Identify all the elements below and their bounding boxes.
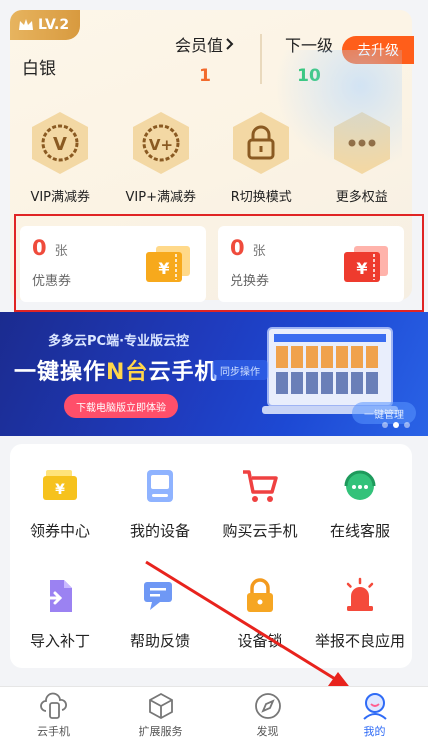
service-label: 导入补丁 — [29, 632, 90, 650]
banner-headline-part1: 一键操作 — [14, 360, 107, 385]
service-buy-phone[interactable]: 购买云手机 — [210, 466, 310, 541]
service-device-lock[interactable]: 设备锁 — [210, 576, 310, 651]
coupon-ticket-icon: ¥ — [146, 246, 190, 282]
banner-headline: 一键操作N台云手机 — [14, 354, 217, 386]
benefit-label: 更多权益 — [335, 190, 388, 205]
benefit-vip-coupon[interactable]: V VIP满减券 — [10, 110, 111, 205]
exchange-coupon-card[interactable]: 0 张 兑换券 ¥ — [218, 226, 404, 302]
svg-text:¥: ¥ — [158, 259, 169, 278]
banner-subtitle: 多多云PC端·专业版云控 — [48, 334, 190, 349]
service-label: 举报不良应用 — [314, 632, 405, 650]
svg-text:¥: ¥ — [55, 482, 65, 498]
profile-icon — [362, 693, 387, 720]
service-label: 设备锁 — [237, 632, 283, 650]
extension-cube-icon — [148, 692, 173, 720]
service-label: 领券中心 — [29, 522, 90, 540]
service-label: 购买云手机 — [222, 522, 298, 540]
member-value-label-text: 会员值 — [174, 36, 223, 55]
member-value-number: 1 — [199, 66, 211, 86]
benefit-label: VIP满减券 — [30, 190, 91, 205]
next-level-stat: 下一级 10 — [274, 32, 344, 86]
level-badge: LV.2 — [10, 10, 80, 40]
banner-chip-manage: 一键管理 — [352, 402, 416, 424]
stat-divider — [260, 34, 262, 84]
device-lock-icon — [247, 578, 273, 612]
svg-text:V: V — [53, 134, 67, 155]
svg-text:¥: ¥ — [356, 259, 367, 278]
next-level-number: 10 — [297, 66, 321, 86]
service-online-support[interactable]: 在线客服 — [310, 466, 410, 541]
coupon-unit: 张 — [54, 244, 68, 259]
banner-dot[interactable] — [382, 422, 388, 428]
benefit-label: R切换模式 — [230, 190, 292, 205]
benefit-switch-mode[interactable]: R切换模式 — [211, 110, 312, 205]
vip-plus-coupon-icon: V+ — [132, 112, 189, 174]
exchange-label: 兑换券 — [230, 274, 270, 289]
upgrade-button[interactable]: 去升级 — [342, 36, 414, 64]
vip-coupon-icon: V — [32, 112, 89, 174]
my-device-icon — [147, 470, 173, 502]
coupon-count-row: 0 张 — [32, 236, 68, 260]
banner-chip-sync: 同步操作 — [212, 360, 268, 380]
banner-pagination[interactable] — [382, 422, 410, 428]
banner-headline-part2: 云手机 — [148, 360, 218, 385]
benefit-vip-plus-coupon[interactable]: V+ VIP+满减券 — [111, 110, 212, 205]
coupon-center-icon: ¥ — [43, 470, 77, 500]
banner-dot[interactable] — [404, 422, 410, 428]
service-label: 我的设备 — [129, 522, 190, 540]
tab-mine[interactable]: 我的 — [321, 687, 428, 745]
import-patch-icon — [42, 580, 72, 612]
cloud-phone-icon — [39, 692, 67, 719]
exchange-ticket-icon: ¥ — [344, 246, 388, 282]
svg-text:V+: V+ — [149, 136, 173, 154]
exchange-count-row: 0 张 — [230, 236, 266, 260]
coupon-highlight-frame: 0 张 优惠券 ¥ 0 张 兑换券 ¥ — [14, 214, 424, 312]
lock-icon — [233, 112, 290, 174]
promo-banner[interactable]: 多多云PC端·专业版云控 一键操作N台云手机 下载电脑版立即体验 同步操作 一键… — [0, 312, 428, 436]
services-grid: ¥ 领券中心 我的设备 购买云手机 在线客服 导入补丁 帮助反馈 设备锁 举报不… — [10, 444, 412, 668]
bottom-tab-bar: 云手机 扩展服务 发现 我的 — [0, 686, 428, 745]
next-level-label: 下一级 — [284, 36, 333, 55]
service-label: 帮助反馈 — [129, 632, 190, 650]
tab-extension-services[interactable]: 扩展服务 — [107, 687, 214, 745]
tier-name: 白银 — [22, 59, 56, 79]
crown-icon — [19, 19, 33, 30]
tab-cloud-phone[interactable]: 云手机 — [0, 687, 107, 745]
coupon-count: 0 — [32, 236, 47, 260]
member-value-label: 会员值 — [170, 32, 240, 56]
service-label: 在线客服 — [329, 522, 390, 540]
banner-headline-highlight: N台 — [106, 360, 149, 385]
service-import-patch[interactable]: 导入补丁 — [10, 576, 110, 651]
more-icon — [333, 112, 390, 174]
member-value-stat[interactable]: 会员值 1 — [170, 32, 240, 86]
exchange-count: 0 — [230, 236, 245, 260]
exchange-unit: 张 — [252, 244, 266, 259]
customer-service-icon — [344, 470, 376, 500]
benefit-more[interactable]: 更多权益 — [312, 110, 413, 205]
level-text: LV.2 — [38, 17, 70, 33]
service-my-device[interactable]: 我的设备 — [110, 466, 210, 541]
benefit-label: VIP+满减券 — [125, 190, 196, 205]
compass-icon — [254, 693, 281, 719]
chevron-right-icon — [226, 38, 234, 50]
report-alarm-icon — [346, 577, 374, 611]
banner-dot-active[interactable] — [393, 422, 399, 428]
service-report-app[interactable]: 举报不良应用 — [310, 576, 410, 651]
tab-label: 扩展服务 — [138, 725, 183, 738]
coupon-label: 优惠券 — [32, 274, 72, 289]
shopping-cart-icon — [243, 470, 278, 502]
benefits-row: V VIP满减券 V+ VIP+满减券 R切换模式 更多权益 — [10, 110, 412, 205]
tab-discover[interactable]: 发现 — [214, 687, 321, 745]
service-help-feedback[interactable]: 帮助反馈 — [110, 576, 210, 651]
help-feedback-icon — [144, 582, 172, 610]
banner-download-button[interactable]: 下载电脑版立即体验 — [64, 394, 178, 418]
tab-label: 发现 — [256, 725, 279, 738]
tab-label: 云手机 — [37, 725, 70, 738]
service-coupon-center[interactable]: ¥ 领券中心 — [10, 466, 110, 541]
coupon-card[interactable]: 0 张 优惠券 ¥ — [20, 226, 206, 302]
tab-label: 我的 — [363, 725, 386, 738]
